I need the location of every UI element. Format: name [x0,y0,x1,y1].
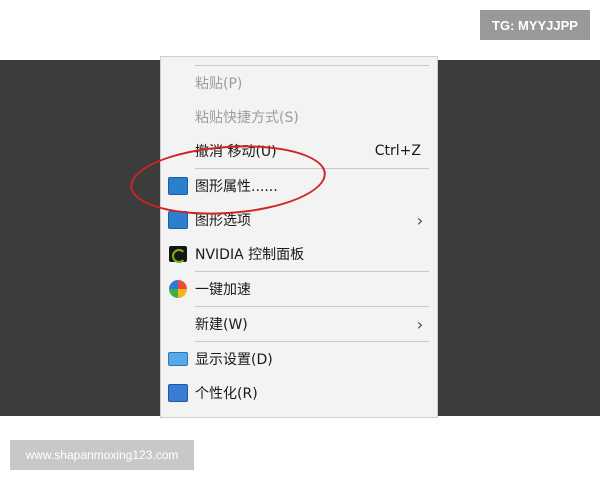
menu-item-personalize[interactable]: 个性化(R) [161,376,437,410]
monitor-icon [168,352,188,366]
tg-watermark: TG: MYYJJPP [480,10,590,40]
menu-item-undo-move[interactable]: 撤消 移动(U) Ctrl+Z [161,134,437,168]
menu-item-paste-shortcut[interactable]: 粘贴快捷方式(S) [161,100,437,134]
menu-item-one-key-speed[interactable]: 一键加速 [161,272,437,306]
menu-item-label: NVIDIA 控制面板 [195,247,305,263]
site-watermark: www.shapanmoxing123.com [10,440,194,470]
menu-item-label: 图形选项 [195,213,251,229]
nvidia-icon [169,246,187,263]
menu-item-label: 显示设置(D) [195,352,273,368]
context-menu: 粘贴(P) 粘贴快捷方式(S) 撤消 移动(U) Ctrl+Z 图形属性....… [160,56,438,418]
menu-item-label: 粘贴(P) [195,76,243,92]
menu-item-display-settings[interactable]: 显示设置(D) [161,342,437,376]
chevron-right-icon: › [416,210,424,230]
menu-item-new[interactable]: 新建(W) › [161,307,437,341]
intel-graphics-icon [168,177,188,195]
menu-item-paste[interactable]: 粘贴(P) [161,66,437,100]
menu-item-graphics-options[interactable]: 图形选项 › [161,203,437,237]
shortcut-key: Ctrl+Z [374,143,421,159]
menu-item-label: 一键加速 [195,282,251,298]
menu-item-label: 撤消 移动(U) [195,144,277,160]
menu-item-label: 新建(W) [195,317,248,333]
personalize-icon [168,384,188,402]
menu-item-nvidia-control-panel[interactable]: NVIDIA 控制面板 [161,237,437,271]
chevron-right-icon: › [416,314,424,334]
intel-graphics-icon [168,211,188,229]
menu-item-label: 图形属性...... [195,179,278,195]
menu-item-label: 个性化(R) [195,386,258,402]
menu-item-label: 粘贴快捷方式(S) [195,110,299,126]
menu-item-graphics-properties[interactable]: 图形属性...... [161,169,437,203]
speedup-icon [169,280,187,298]
